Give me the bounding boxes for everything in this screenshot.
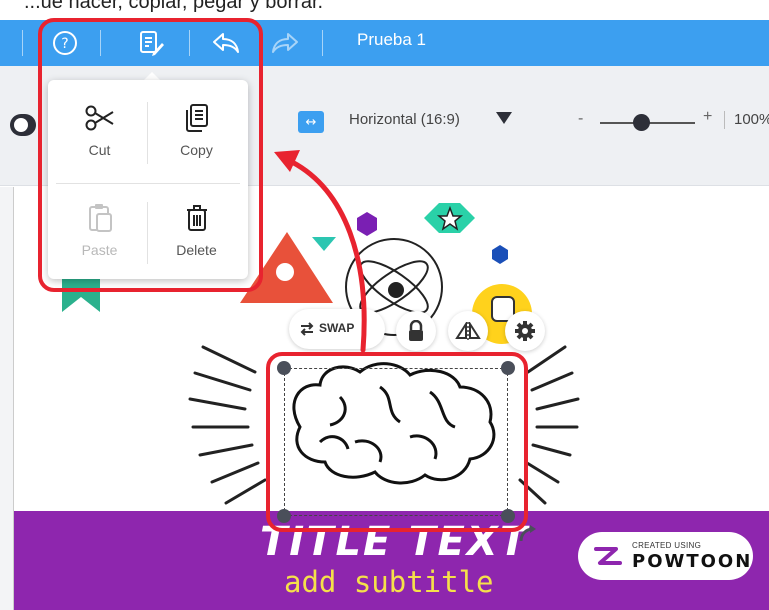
gear-shape	[276, 263, 294, 281]
blue-hexagon-shape	[492, 245, 508, 264]
header-divider	[189, 30, 190, 56]
burst-lines-left	[188, 345, 267, 505]
copy-icon	[185, 104, 208, 132]
scissors-icon	[85, 105, 114, 131]
header-divider	[322, 30, 323, 56]
aspect-ratio-label[interactable]: Horizontal (16:9)	[349, 111, 460, 128]
trash-icon	[186, 205, 207, 231]
menu-item-copy[interactable]: Copy	[149, 84, 244, 174]
menu-item-delete[interactable]: Delete	[149, 184, 244, 274]
menu-item-cut[interactable]: Cut	[52, 84, 147, 174]
swap-button[interactable]: SWAP	[289, 309, 385, 349]
powtoon-badge: CREATED USING POWTOON	[578, 532, 753, 580]
menu-divider	[147, 102, 148, 164]
edit-document-icon[interactable]	[135, 27, 167, 59]
document-title[interactable]: Prueba 1	[357, 30, 426, 50]
menu-item-label: Cut	[88, 142, 111, 158]
menu-item-label: Paste	[81, 242, 118, 258]
resize-handle[interactable]	[277, 509, 291, 523]
zoom-value: 100%	[734, 111, 769, 128]
swap-icon	[300, 322, 314, 336]
toggle-switch[interactable]	[10, 114, 36, 136]
edit-menu-popup: Cut Copy Paste Delete	[48, 80, 248, 279]
redo-icon[interactable]	[269, 27, 301, 59]
ribbon-shape	[62, 275, 100, 312]
badge-brand-text: POWTOON	[632, 551, 753, 572]
flip-icon[interactable]	[448, 311, 488, 351]
chevron-down-icon[interactable]	[496, 112, 512, 124]
menu-item-label: Delete	[176, 242, 217, 258]
menu-item-paste[interactable]: Paste	[52, 184, 147, 274]
badge-created-text: CREATED USING	[632, 541, 702, 550]
gear-icon[interactable]	[505, 311, 545, 351]
hexagon-shape	[357, 212, 377, 236]
zoom-in-button[interactable]: +	[703, 108, 712, 126]
app-root: ...ue hacer, copiar, pegar y borrar. ? P…	[0, 0, 769, 610]
lock-icon[interactable]	[396, 311, 436, 351]
top-header-bar: ? Prueba 1	[0, 20, 769, 66]
toolbar-divider	[724, 111, 725, 129]
aspect-ratio-icon[interactable]: ↔	[298, 111, 324, 133]
partial-heading-text: ...ue hacer, copiar, pegar y borrar.	[24, 0, 324, 13]
svg-text:?: ?	[61, 36, 68, 52]
resize-handle[interactable]	[501, 361, 515, 375]
resize-handle[interactable]	[277, 361, 291, 375]
partial-heading-strip: ...ue hacer, copiar, pegar y borrar.	[0, 0, 769, 22]
menu-item-label: Copy	[180, 142, 213, 158]
small-triangle-shape	[312, 237, 336, 251]
slide-title-text[interactable]: TITLE TEXT	[260, 519, 529, 565]
swap-label: SWAP	[319, 321, 355, 335]
paste-icon	[88, 204, 112, 232]
burst-lines-right	[518, 345, 580, 505]
header-divider	[22, 30, 23, 56]
powtoon-logo-icon	[594, 547, 622, 565]
undo-icon[interactable]	[210, 27, 242, 59]
header-divider	[100, 30, 101, 56]
zoom-slider-handle[interactable]	[633, 114, 650, 131]
selection-frame[interactable]	[284, 368, 508, 516]
zoom-out-button[interactable]: -	[578, 110, 583, 128]
question-circle-icon[interactable]: ?	[49, 27, 81, 59]
rotate-handle-icon[interactable]	[516, 524, 538, 546]
menu-divider	[147, 202, 148, 264]
resize-handle[interactable]	[501, 509, 515, 523]
slide-subtitle-text[interactable]: add subtitle	[284, 565, 494, 599]
